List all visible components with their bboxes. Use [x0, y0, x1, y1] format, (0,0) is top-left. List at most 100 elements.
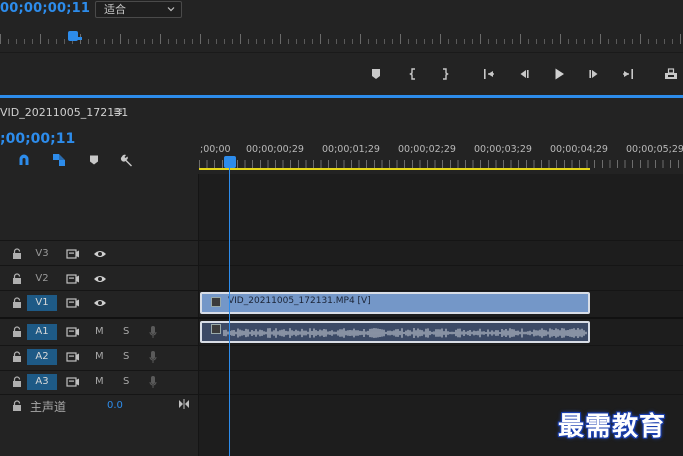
track-header-a1: A1 M S [0, 320, 198, 344]
microphone-icon[interactable] [149, 350, 157, 364]
fx-badge-icon [211, 297, 221, 307]
video-clip[interactable]: VID_20211005_172131.MP4 [V] [200, 292, 590, 314]
solo-button[interactable]: S [123, 376, 129, 387]
timeline-panel-header: VID_20211005_172131 ≡ [0, 98, 683, 126]
lock-icon[interactable] [12, 351, 22, 363]
track-header-v2: V2 [0, 267, 198, 291]
ruler-label: 00;00;05;29 [626, 144, 683, 155]
export-frame-button[interactable] [661, 64, 681, 84]
master-track-header: 主声道 0.0 [0, 395, 198, 417]
mute-button[interactable]: M [95, 351, 104, 362]
linked-selection-button[interactable] [51, 152, 67, 168]
step-forward-icon [589, 70, 598, 78]
snap-icon [19, 154, 29, 165]
video-audio-divider [0, 317, 683, 319]
panel-menu-icon[interactable]: ≡ [113, 104, 123, 118]
ruler-ticks [199, 160, 683, 168]
go-to-out-icon [623, 69, 633, 79]
audio-waveform [223, 328, 587, 338]
solo-button[interactable]: S [123, 326, 129, 337]
program-monitor: 00;00;00;11 适合 [0, 0, 683, 95]
go-to-in-icon [484, 69, 494, 79]
lock-icon[interactable] [12, 248, 22, 260]
lock-icon[interactable] [12, 326, 22, 338]
zoom-select-value: 适合 [104, 3, 126, 16]
microphone-icon[interactable] [149, 375, 157, 389]
go-to-next-edit-icon[interactable] [178, 399, 190, 409]
eye-icon[interactable] [93, 249, 107, 259]
track-header-a3: A3 M S [0, 370, 198, 394]
monitor-time-ruler[interactable] [0, 34, 683, 44]
monitor-timecode[interactable]: 00;00;00;11 [0, 1, 90, 16]
master-track-label: 主声道 [30, 400, 67, 414]
mark-in-button[interactable] [403, 64, 423, 84]
sync-lock-icon[interactable] [66, 273, 80, 285]
go-to-in-button[interactable] [479, 64, 499, 84]
ruler-label: 00;00;02;29 [398, 144, 456, 155]
linked-selection-icon [53, 154, 65, 166]
track-target-a1[interactable]: A1 [27, 324, 57, 340]
mark-in-icon [409, 68, 415, 80]
sync-lock-icon[interactable] [66, 248, 80, 260]
export-frame-icon [665, 68, 677, 79]
ruler-label: 00;00;03;29 [474, 144, 532, 155]
add-marker-icon [90, 155, 98, 165]
sync-lock-icon[interactable] [66, 326, 80, 338]
eye-icon[interactable] [93, 298, 107, 308]
track-divider [0, 240, 683, 241]
lock-icon[interactable] [12, 400, 22, 412]
playhead-line [229, 167, 230, 456]
lock-icon[interactable] [12, 297, 22, 309]
ruler-label: 00;00;04;29 [550, 144, 608, 155]
track-target-a3[interactable]: A3 [27, 374, 57, 390]
mark-out-button[interactable] [435, 64, 455, 84]
timeline-time-ruler[interactable]: ;00;00 00;00;00;29 00;00;01;29 00;00;02;… [199, 140, 683, 174]
go-to-out-button[interactable] [618, 64, 638, 84]
track-header-v1: V1 [0, 291, 198, 315]
sequence-tab-title[interactable]: VID_20211005_172131 [0, 106, 128, 119]
sync-lock-icon[interactable] [66, 297, 80, 309]
mute-button[interactable]: M [95, 376, 104, 387]
zoom-select[interactable]: 适合 [95, 1, 182, 18]
lock-icon[interactable] [12, 273, 22, 285]
audio-clip[interactable] [200, 321, 590, 343]
step-forward-button[interactable] [584, 64, 604, 84]
step-back-button[interactable] [514, 64, 534, 84]
sync-lock-icon[interactable] [66, 376, 80, 388]
marker-icon [372, 69, 380, 79]
microphone-icon[interactable] [149, 325, 157, 339]
step-back-icon [520, 70, 529, 78]
play-button[interactable] [549, 64, 569, 84]
track-target-v3[interactable]: V3 [27, 246, 57, 262]
play-icon [555, 68, 564, 80]
snap-button[interactable] [16, 152, 32, 168]
timeline-timecode[interactable]: ;00;00;11 [0, 131, 75, 147]
track-header-a2: A2 M S [0, 345, 198, 369]
divider [0, 52, 683, 53]
sync-lock-icon[interactable] [66, 351, 80, 363]
solo-button[interactable]: S [123, 351, 129, 362]
eye-icon[interactable] [93, 274, 107, 284]
chevron-down-icon [167, 7, 175, 12]
work-area-bar[interactable] [199, 168, 590, 170]
add-marker-button[interactable] [366, 64, 386, 84]
track-header-v3: V3 [0, 242, 198, 266]
track-target-v2[interactable]: V2 [27, 271, 57, 287]
track-target-a2[interactable]: A2 [27, 349, 57, 365]
watermark-logo: 最需教育 [558, 412, 667, 442]
add-marker-tool-button[interactable] [86, 152, 102, 168]
timeline-settings-button[interactable] [119, 152, 135, 168]
fx-badge-icon [211, 324, 221, 334]
mark-out-icon [443, 68, 449, 80]
monitor-playhead[interactable] [68, 31, 82, 41]
ruler-label: ;00;00 [200, 144, 231, 155]
mute-button[interactable]: M [95, 326, 104, 337]
track-target-v1[interactable]: V1 [27, 295, 57, 311]
ruler-label: 00;00;00;29 [246, 144, 304, 155]
video-clip-name: VID_20211005_172131.MP4 [V] [228, 296, 371, 306]
lock-icon[interactable] [12, 376, 22, 388]
settings-wrench-icon [120, 154, 132, 167]
timeline-playhead[interactable] [224, 156, 236, 168]
ruler-label: 00;00;01;29 [322, 144, 380, 155]
master-volume-value[interactable]: 0.0 [107, 400, 123, 411]
